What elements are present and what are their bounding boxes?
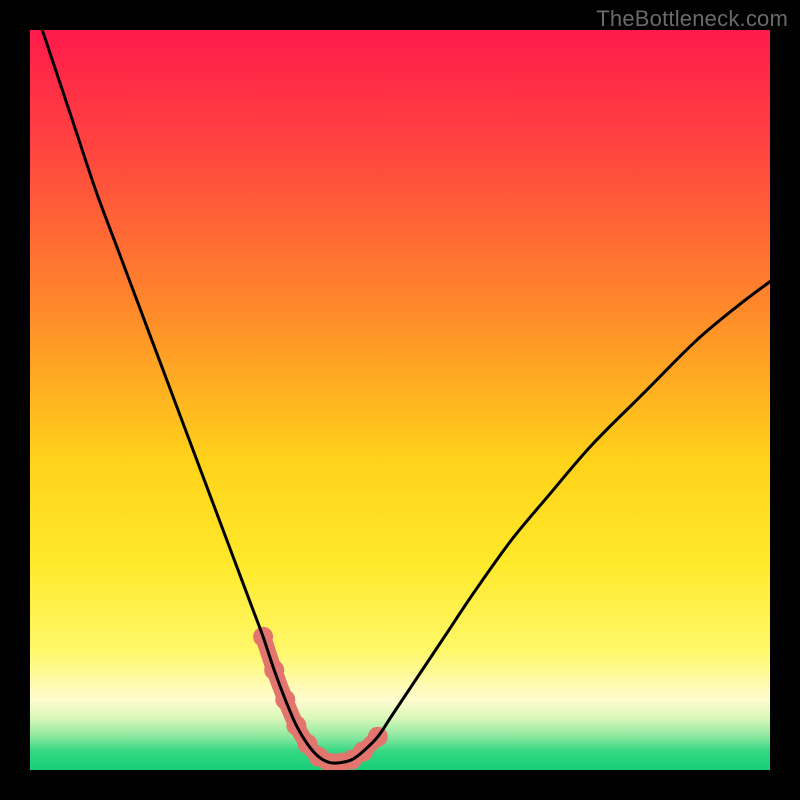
chart-background: [30, 30, 770, 770]
chart-frame: TheBottleneck.com: [0, 0, 800, 800]
chart-plot: [30, 30, 770, 770]
chart-svg: [30, 30, 770, 770]
watermark-text: TheBottleneck.com: [596, 6, 788, 32]
